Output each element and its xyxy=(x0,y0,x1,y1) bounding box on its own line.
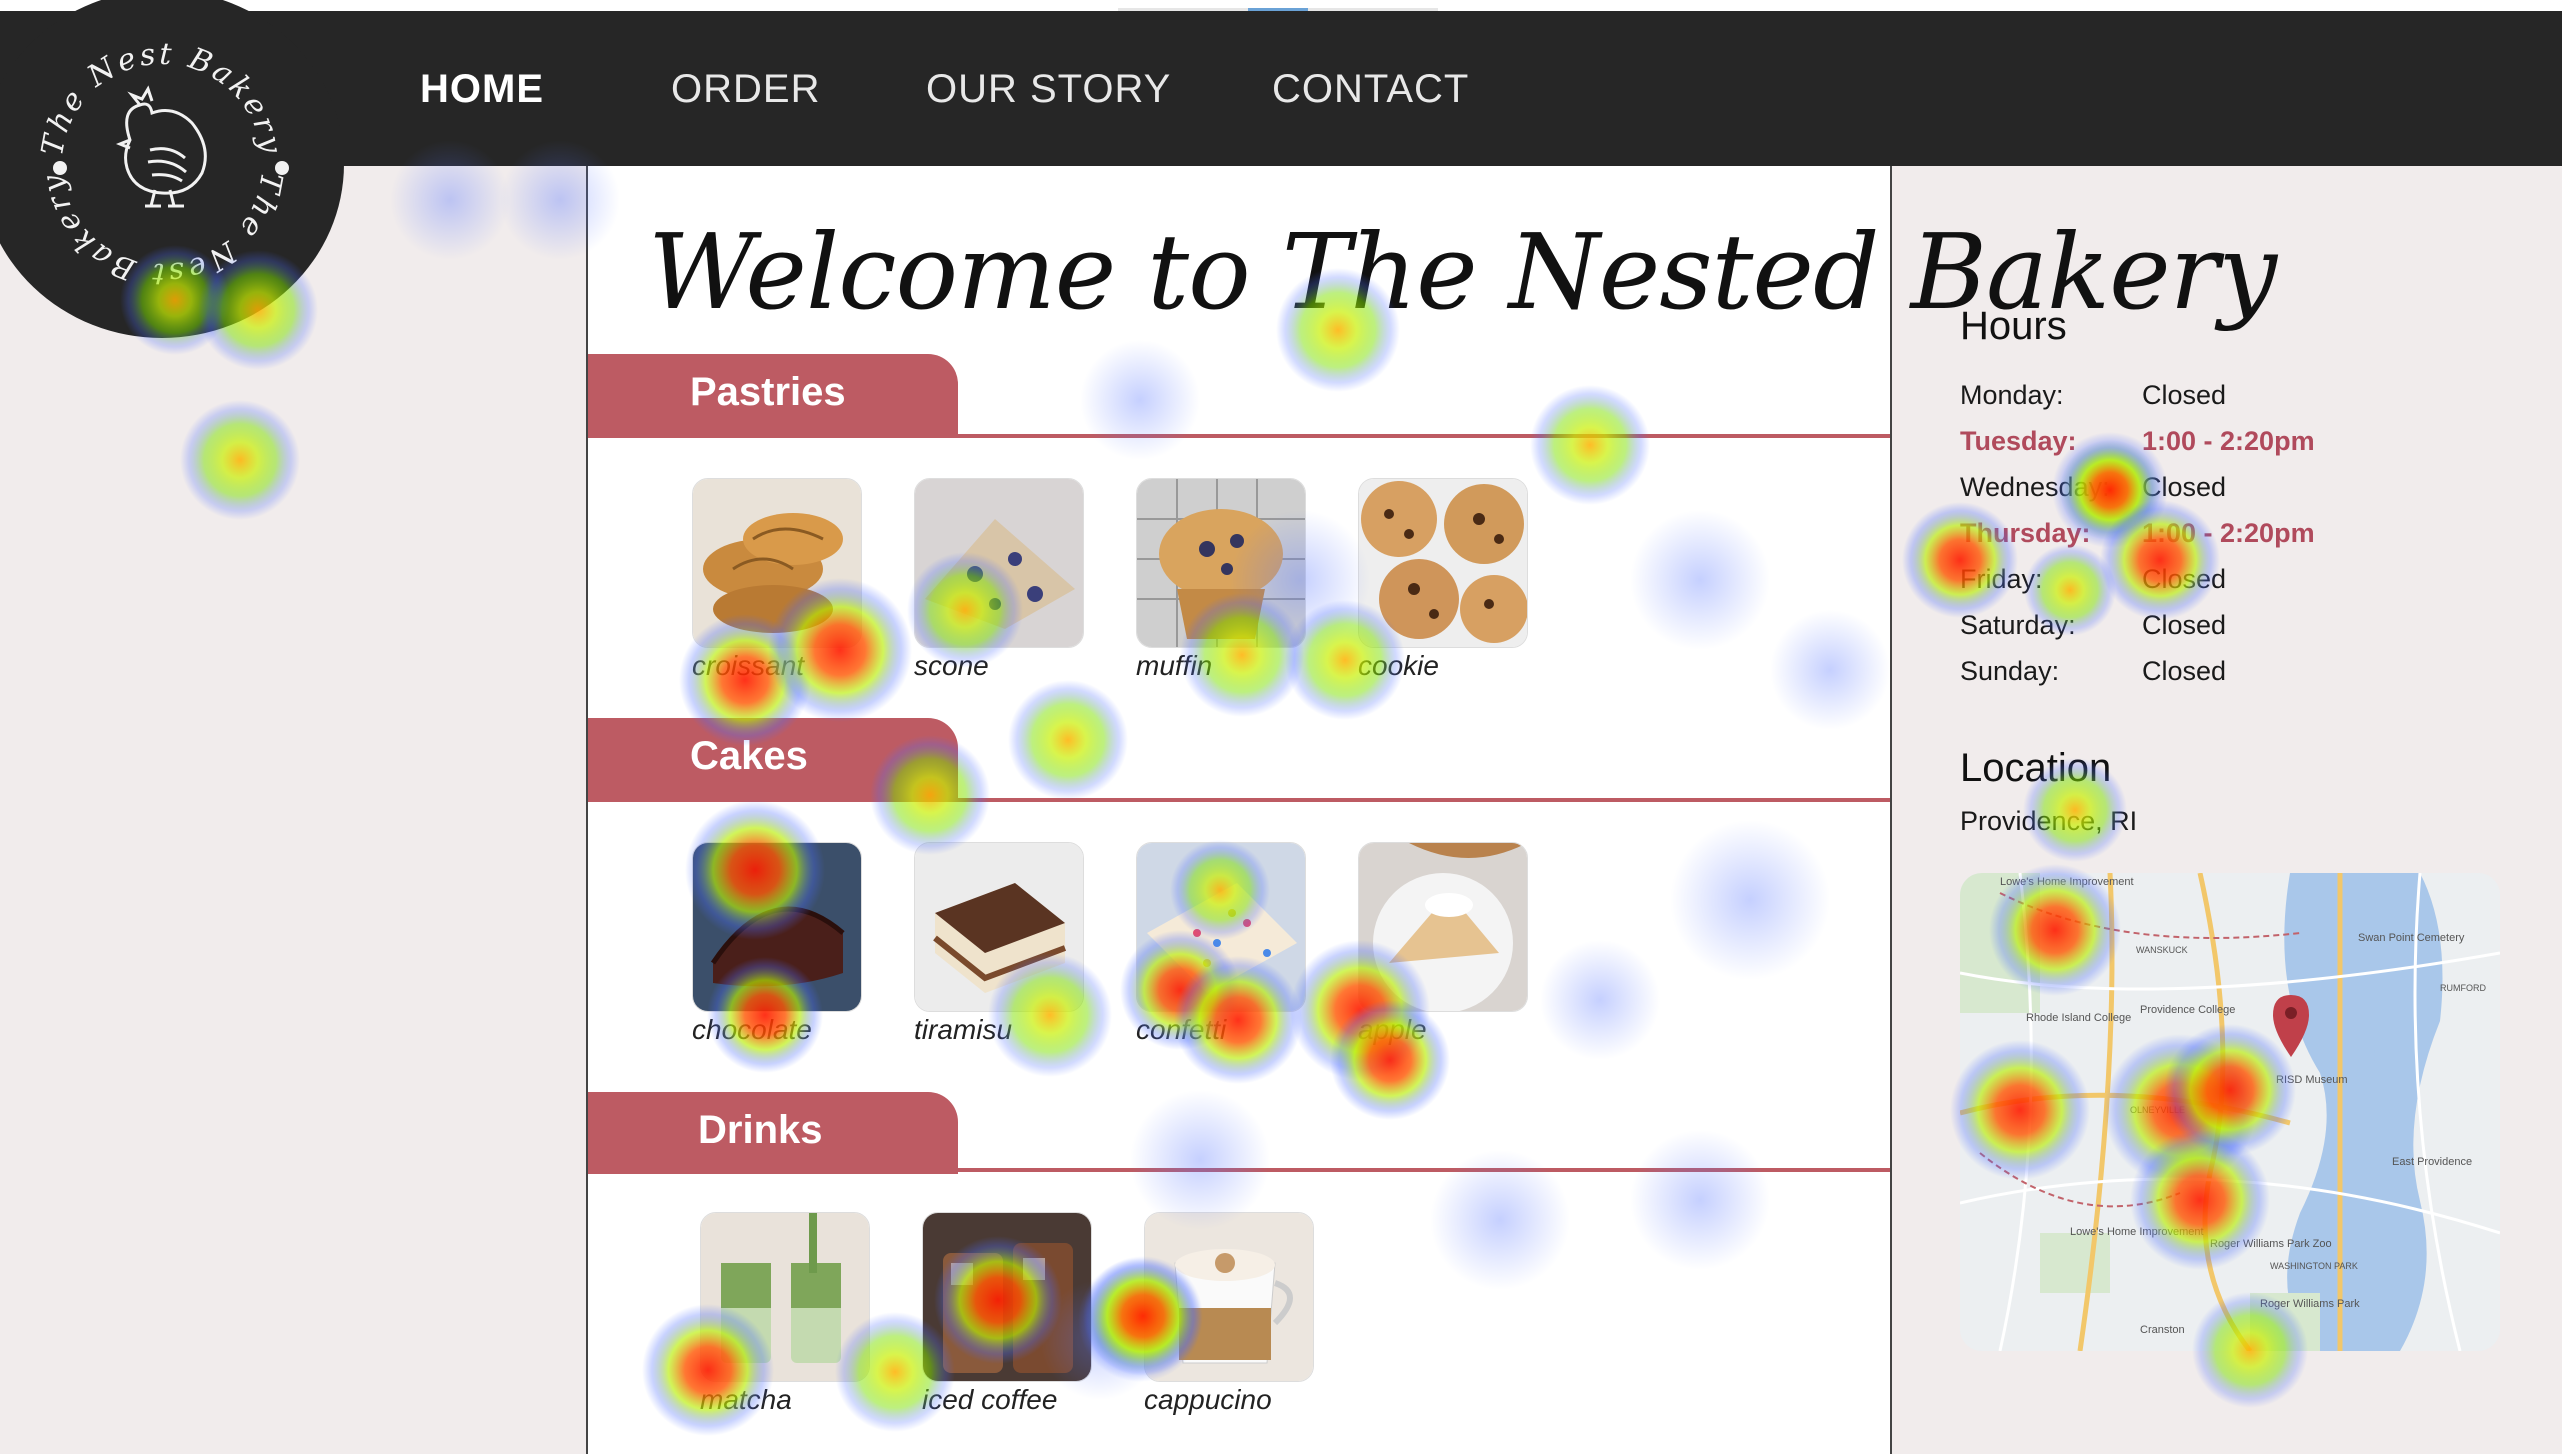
map-label: OLNEYVILLE xyxy=(2130,1105,2185,1115)
nav-home[interactable]: HOME xyxy=(420,67,544,112)
day-label: Saturday: xyxy=(1960,610,2076,640)
menu-item-muffin[interactable]: muffin xyxy=(1136,478,1306,682)
item-caption: chocolate xyxy=(692,1014,812,1045)
cookie-image xyxy=(1358,478,1528,648)
day-label: Thursday: xyxy=(1960,518,2091,548)
day-label: Tuesday: xyxy=(1960,426,2077,456)
time-value: 1:00 - 2:20pm xyxy=(2142,426,2315,456)
muffin-image xyxy=(1136,478,1306,648)
map-label: WASHINGTON PARK xyxy=(2270,1261,2358,1271)
menu-item-confetti[interactable]: confetti xyxy=(1136,842,1306,1046)
map-label: Rhode Island College xyxy=(2026,1012,2131,1024)
map-label: Swan Point Cemetery xyxy=(2358,932,2465,944)
nav-our-story[interactable]: OUR STORY xyxy=(926,67,1171,112)
map-label: Roger Williams Park xyxy=(2260,1298,2360,1310)
location-city: Providence, RI xyxy=(1960,806,2138,836)
nav-contact[interactable]: CONTACT xyxy=(1272,67,1469,112)
map-label: RISD Museum xyxy=(2276,1074,2348,1086)
section-divider xyxy=(588,434,1890,438)
tiramisu-image xyxy=(914,842,1084,1012)
menu-panel: Welcome to The Nested Bakery Pastries cr… xyxy=(586,166,2277,1454)
logo-ring-text-top: The Nest Bakery xyxy=(35,37,286,159)
time-value: Closed xyxy=(2142,380,2227,410)
menu-item-chocolate[interactable]: chocolate xyxy=(692,842,862,1046)
location-section: Location xyxy=(1960,746,2111,791)
menu-item-scone[interactable]: scone xyxy=(914,478,1084,682)
time-value: Closed xyxy=(2142,472,2227,502)
section-label: Pastries xyxy=(690,370,846,414)
item-caption: muffin xyxy=(1136,650,1213,681)
item-caption: cookie xyxy=(1358,650,1439,681)
iced-coffee-image xyxy=(922,1212,1092,1382)
location-map[interactable]: Lowe's Home Improvement Rhode Island Col… xyxy=(1960,873,2500,1351)
logo-ring-text-bottom: The Nest Bakery xyxy=(35,170,286,292)
section-divider xyxy=(588,798,1890,802)
map-label: Roger Williams Park Zoo xyxy=(2210,1238,2332,1250)
menu-item-cookie[interactable]: cookie xyxy=(1358,478,1528,682)
menu-item-matcha[interactable]: matcha xyxy=(700,1212,870,1416)
matcha-image xyxy=(700,1212,870,1382)
map-label: Lowe's Home Improvement xyxy=(2000,876,2134,888)
svg-text:The Nest Bakery: The Nest Bakery xyxy=(35,170,289,292)
bakery-logo[interactable]: The Nest Bakery The Nest Bakery xyxy=(0,0,344,338)
item-caption: apple xyxy=(1358,1014,1427,1045)
item-caption: tiramisu xyxy=(914,1014,1013,1045)
time-value: Closed xyxy=(2142,656,2227,686)
map-label: RUMFORD xyxy=(2440,983,2486,993)
day-label: Sunday: xyxy=(1960,656,2060,686)
hours-title: Hours xyxy=(1960,304,2067,348)
location-title: Location xyxy=(1960,746,2112,790)
cappucino-image xyxy=(1144,1212,1314,1382)
section-tab-cakes: Cakes xyxy=(588,718,958,800)
section-label: Drinks xyxy=(698,1108,823,1152)
day-label: Wednesday: xyxy=(1960,472,2110,502)
section-divider xyxy=(588,1168,1890,1172)
croissant-image xyxy=(692,478,862,648)
map-label: Providence College xyxy=(2140,1004,2235,1016)
item-caption: matcha xyxy=(700,1384,792,1415)
menu-item-croissant[interactable]: croissant xyxy=(692,478,862,682)
nav-order[interactable]: ORDER xyxy=(671,67,820,112)
day-label: Friday: xyxy=(1960,564,2043,594)
item-caption: croissant xyxy=(692,650,805,681)
menu-item-tiramisu[interactable]: tiramisu xyxy=(914,842,1084,1046)
time-value: Closed xyxy=(2142,564,2227,594)
map-label: East Providence xyxy=(2392,1156,2472,1168)
confetti-cake-image xyxy=(1136,842,1306,1012)
hours-section: Hours xyxy=(1960,304,2067,349)
day-label: Monday: xyxy=(1960,380,2064,410)
map-label: Lowe's Home Improvement xyxy=(2070,1226,2204,1238)
section-tab-drinks: Drinks xyxy=(588,1092,958,1174)
section-tab-pastries: Pastries xyxy=(588,354,958,436)
menu-item-iced-coffee[interactable]: iced coffee xyxy=(922,1212,1092,1416)
top-strip xyxy=(0,0,2562,11)
map-label: WANSKUCK xyxy=(2136,945,2188,955)
item-caption: scone xyxy=(914,650,989,681)
top-navigation-bar: HOME ORDER OUR STORY CONTACT xyxy=(0,11,2562,166)
item-caption: confetti xyxy=(1136,1014,1227,1045)
map-label: Cranston xyxy=(2140,1324,2185,1336)
scone-image xyxy=(914,478,1084,648)
svg-text:The Nest Bakery: The Nest Bakery xyxy=(35,37,289,159)
section-label: Cakes xyxy=(690,734,808,778)
apple-cake-image xyxy=(1358,842,1528,1012)
chocolate-cake-image xyxy=(692,842,862,1012)
menu-item-apple[interactable]: apple xyxy=(1358,842,1528,1046)
time-value: Closed xyxy=(2142,610,2227,640)
item-caption: cappucino xyxy=(1144,1384,1272,1415)
hen-icon xyxy=(115,85,207,208)
menu-item-cappucino[interactable]: cappucino xyxy=(1144,1212,1314,1416)
time-value: 1:00 - 2:20pm xyxy=(2142,518,2315,548)
item-caption: iced coffee xyxy=(922,1384,1058,1415)
